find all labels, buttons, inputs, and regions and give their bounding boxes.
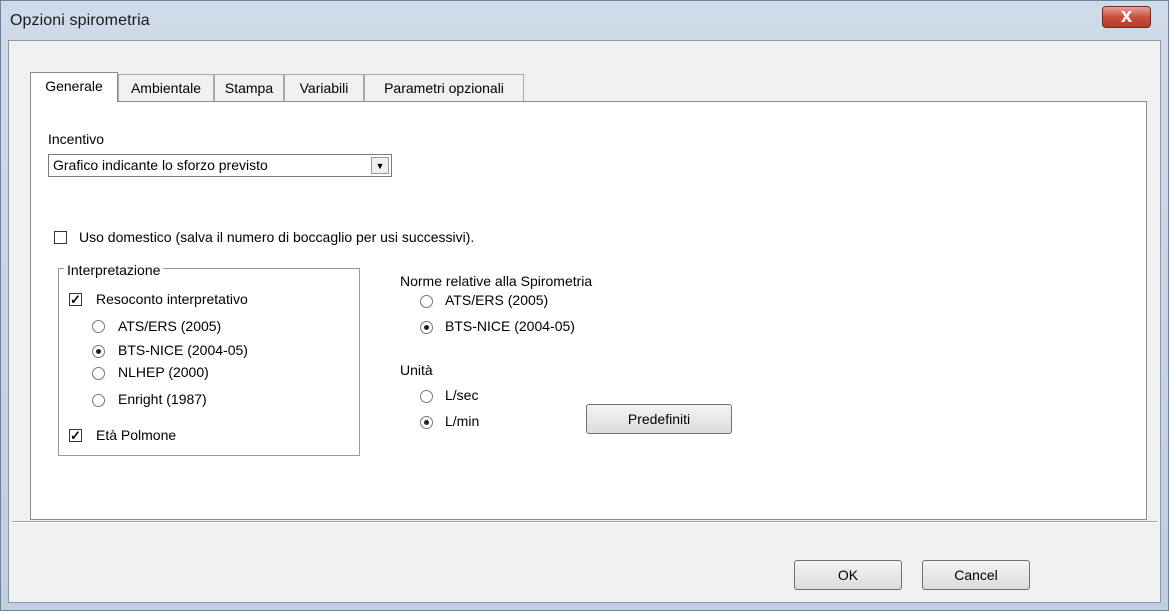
interp-option-label: ATS/ERS (2005) (118, 318, 222, 334)
window-title: Opzioni spirometria (10, 12, 150, 29)
interp-option-label: Enright (1987) (118, 391, 207, 407)
norme-option-label: ATS/ERS (2005) (445, 292, 549, 308)
tab-label: Parametri opzionali (384, 80, 504, 96)
chevron-down-icon[interactable]: ▼ (371, 157, 389, 174)
unita-radio-lsec[interactable] (420, 390, 433, 403)
norme-option-label: BTS-NICE (2004-05) (445, 318, 575, 334)
uso-domestico-checkbox[interactable] (54, 231, 67, 244)
interp-radio-bts-nice[interactable] (92, 345, 105, 358)
cancel-button[interactable]: Cancel (922, 560, 1030, 590)
tab-variabili[interactable]: Variabili (284, 74, 364, 101)
tab-label: Variabili (299, 80, 349, 96)
unita-radio-lmin[interactable] (420, 416, 433, 429)
resoconto-checkbox[interactable]: ✓ (69, 293, 82, 306)
check-icon: ✓ (70, 292, 81, 307)
tab-label: Ambientale (130, 80, 202, 96)
unita-option-label: L/min (445, 413, 480, 429)
interpretazione-title: Interpretazione (64, 262, 164, 278)
unita-option-label: L/sec (445, 387, 479, 403)
eta-polmone-label: Età Polmone (96, 427, 177, 443)
interp-option-label: BTS-NICE (2004-05) (118, 342, 248, 358)
norme-title: Norme relative alla Spirometria (400, 273, 593, 289)
tab-generale[interactable]: Generale (30, 72, 118, 102)
predefiniti-button[interactable]: Predefiniti (586, 404, 732, 434)
incentivo-label: Incentivo (48, 131, 105, 147)
interp-radio-enright[interactable] (92, 394, 105, 407)
eta-polmone-checkbox[interactable]: ✓ (69, 429, 82, 442)
tab-label: Stampa (224, 80, 274, 96)
close-icon: X (1120, 8, 1133, 26)
tab-label: Generale (45, 78, 103, 94)
uso-domestico-label: Uso domestico (salva il numero di boccag… (79, 229, 475, 245)
check-icon: ✓ (70, 428, 81, 443)
incentivo-selected-value: Grafico indicante lo sforzo previsto (53, 157, 268, 173)
tab-stampa[interactable]: Stampa (214, 74, 284, 101)
interp-radio-ats-ers[interactable] (92, 320, 105, 333)
unita-title: Unità (400, 362, 433, 378)
interp-radio-nlhep[interactable] (92, 367, 105, 380)
close-button[interactable]: X (1102, 6, 1151, 28)
resoconto-label: Resoconto interpretativo (96, 291, 248, 307)
tab-parametri-opzionali[interactable]: Parametri opzionali (364, 74, 524, 101)
incentivo-select[interactable]: Grafico indicante lo sforzo previsto ▼ (48, 154, 392, 177)
interp-option-label: NLHEP (2000) (118, 364, 209, 380)
ok-button[interactable]: OK (794, 560, 902, 590)
separator-highlight (12, 522, 1157, 523)
tab-ambientale[interactable]: Ambientale (118, 74, 214, 101)
norme-radio-ats-ers[interactable] (420, 295, 433, 308)
norme-radio-bts-nice[interactable] (420, 321, 433, 334)
title-bar[interactable]: Opzioni spirometria X (0, 0, 1169, 42)
